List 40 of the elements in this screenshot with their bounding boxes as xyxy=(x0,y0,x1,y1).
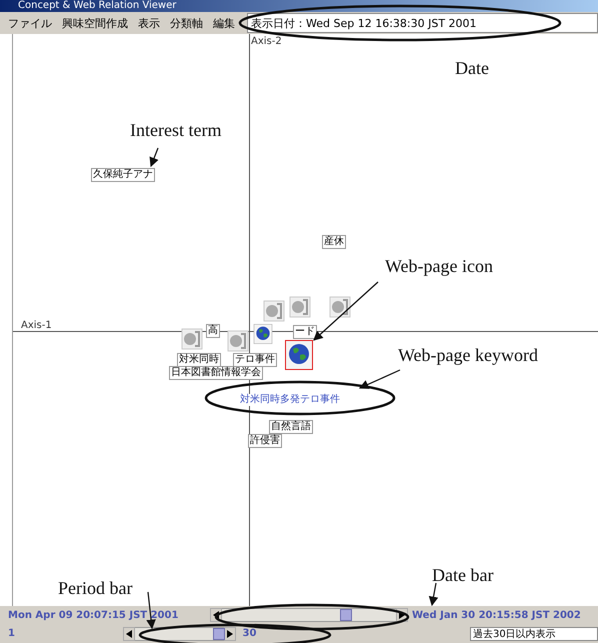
page-keyword[interactable]: 対米同時多発テロ事件 xyxy=(239,394,341,406)
axis-label: Axis-2 xyxy=(251,36,282,47)
annotation-label: Date xyxy=(455,58,489,79)
annotation-arrow xyxy=(358,369,400,389)
annotation-arrow xyxy=(428,582,438,606)
slider-thumb[interactable] xyxy=(340,609,352,622)
date-field[interactable]: 表示日付：Wed Sep 12 16:38:30 JST 2001 xyxy=(247,13,598,33)
term-label[interactable]: 久保純子アナ xyxy=(91,168,155,182)
term-label[interactable]: 高 xyxy=(206,324,220,338)
annotation-label: Period bar xyxy=(58,578,132,599)
term-label[interactable]: 日本図書館情報学会 xyxy=(169,366,263,380)
period-min: 1 xyxy=(8,628,16,640)
term-label[interactable]: ード xyxy=(293,325,317,339)
term-label[interactable]: 対米同時 xyxy=(177,353,221,367)
term-label[interactable]: テロ事件 xyxy=(233,353,277,367)
period-max: 30 xyxy=(242,628,258,640)
globe-icon[interactable] xyxy=(285,340,313,370)
term-label[interactable]: 産休 xyxy=(322,235,346,249)
annotation-arrow xyxy=(150,148,159,168)
end-date: Wed Jan 30 20:15:58 JST 2002 xyxy=(412,610,581,621)
globe-icon[interactable] xyxy=(253,324,273,344)
axis-label: Axis-1 xyxy=(21,320,52,331)
scroll-left-icon[interactable] xyxy=(123,626,136,641)
window-title: Concept & Web Relation Viewer xyxy=(18,0,176,12)
term-label[interactable]: 自然言語 xyxy=(269,420,313,434)
term-label[interactable]: 許侵害 xyxy=(248,434,282,448)
annotation-label: Interest term xyxy=(130,120,222,141)
period-field[interactable]: 過去30日以内表示 xyxy=(470,626,598,641)
menu-item[interactable]: ファイル xyxy=(8,16,52,30)
annotation-arrow xyxy=(313,282,378,341)
start-date: Mon Apr 09 20:07:15 JST 2001 xyxy=(8,610,180,621)
menu-item[interactable]: 興味空間作成 xyxy=(62,16,128,30)
menu-item[interactable]: 分類軸 xyxy=(170,16,203,30)
annotation-label: Web-page keyword xyxy=(398,345,538,366)
page-icon[interactable] xyxy=(329,296,351,318)
annotation-label: Date bar xyxy=(432,565,494,586)
menu-item[interactable]: 表示 xyxy=(138,16,160,30)
slider-thumb[interactable] xyxy=(213,628,226,640)
menu-item[interactable]: 編集 xyxy=(213,16,235,30)
annotation-label: Web-page icon xyxy=(385,256,493,277)
